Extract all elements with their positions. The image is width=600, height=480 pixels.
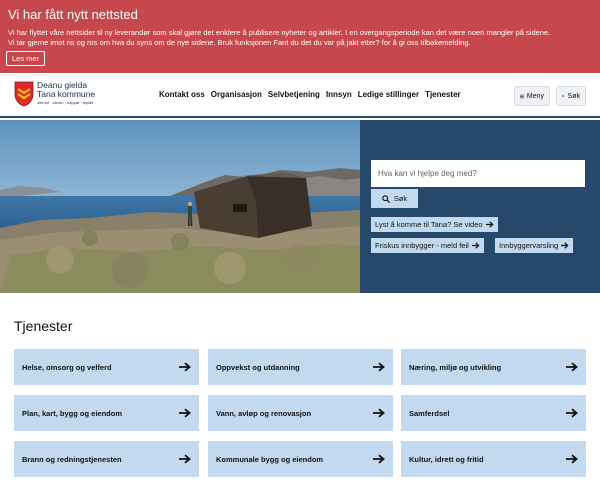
friskus-link-label: Friskus innbygger - meld feil — [375, 241, 469, 250]
service-card-label: Plan, kart, bygg og eiendom — [22, 408, 123, 418]
nav-item-ledige-stillinger[interactable]: Ledige stillinger — [358, 90, 419, 99]
service-card[interactable]: Helse, omsorg og velferd — [14, 349, 199, 385]
hero-search-panel: Søk Lyst å komme til Tana? Se video Fris… — [360, 120, 600, 293]
logo-tagline: olbmot · ahcen · nappat · ihpidit — [37, 100, 94, 105]
site-header: Deanu gielda Tana kommune olbmot · ahcen… — [0, 73, 600, 118]
arrow-right-icon — [471, 242, 480, 249]
banner-title: Vi har fått nytt nettsted — [8, 7, 138, 22]
arrow-right-icon — [373, 362, 385, 372]
logo-line-2: Tana kommune — [37, 89, 96, 99]
search-icon — [562, 94, 565, 98]
service-card-label: Samferdsel — [409, 408, 450, 418]
menu-button[interactable]: Meny — [514, 86, 550, 106]
arrow-right-icon — [179, 454, 191, 464]
service-card[interactable]: Kultur, idrett og fritid — [401, 441, 586, 477]
service-card[interactable]: Næring, miljø og utvikling — [401, 349, 586, 385]
hero-image — [0, 120, 360, 293]
arrow-right-icon — [566, 408, 578, 418]
service-card[interactable]: Vann, avløp og renovasjon — [208, 395, 393, 431]
hamburger-icon — [520, 94, 524, 98]
service-card[interactable]: Plan, kart, bygg og eiendom — [14, 395, 199, 431]
arrow-right-icon — [373, 408, 385, 418]
read-more-button[interactable]: Les mer — [6, 51, 46, 66]
service-card-label: Oppvekst og utdanning — [216, 362, 300, 372]
service-card-label: Kommunale bygg og eiendom — [216, 454, 324, 464]
service-card[interactable]: Kommunale bygg og eiendom — [208, 441, 393, 477]
services-heading: Tjenester — [14, 318, 73, 334]
video-link-label: Lyst å komme til Tana? Se video — [375, 220, 483, 229]
service-card-label: Næring, miljø og utvikling — [409, 362, 502, 372]
hero-search-button-label: Søk — [393, 194, 408, 203]
friskus-link[interactable]: Friskus innbygger - meld feil — [371, 238, 484, 253]
menu-label: Meny — [526, 92, 544, 100]
arrow-right-icon — [179, 408, 191, 418]
site-logo[interactable]: Deanu gielda Tana kommune olbmot · ahcen… — [14, 81, 95, 107]
coat-of-arms-icon — [14, 81, 34, 107]
service-card-label: Brann og redningstjenesten — [22, 454, 122, 464]
arrow-right-icon — [373, 454, 385, 464]
service-card[interactable]: Samferdsel — [401, 395, 586, 431]
hero-search-button[interactable]: Søk — [371, 189, 418, 208]
service-card-label: Vann, avløp og renovasjon — [216, 408, 312, 418]
banner-text-line-1: Vi har flyttet våre nettsider til ny lev… — [8, 28, 551, 37]
arrow-right-icon — [566, 454, 578, 464]
arrow-right-icon — [485, 221, 494, 228]
nav-item-organisasjon[interactable]: Organisasjon — [211, 90, 262, 99]
header-search-label: Søk — [567, 92, 580, 100]
innbyggervarsling-link[interactable]: Innbyggervarsling — [495, 238, 574, 253]
service-card[interactable]: Brann og redningstjenesten — [14, 441, 199, 477]
hero-search-input[interactable] — [371, 160, 585, 187]
arrow-right-icon — [561, 242, 569, 249]
header-search-button[interactable]: Søk — [556, 86, 586, 106]
notice-banner: Vi har fått nytt nettsted Vi har flyttet… — [0, 0, 600, 73]
nav-item-kontakt-oss[interactable]: Kontakt oss — [159, 90, 205, 99]
nav-item-innsyn[interactable]: Innsyn — [326, 90, 352, 99]
service-card-label: Kultur, idrett og fritid — [409, 454, 484, 464]
service-card[interactable]: Oppvekst og utdanning — [208, 349, 393, 385]
banner-text-line-2: Vi tar gjerne imot ris og ros om hva du … — [8, 38, 471, 47]
innbyggervarsling-link-label: Innbyggervarsling — [499, 241, 559, 250]
arrow-right-icon — [566, 362, 578, 372]
nav-item-tjenester[interactable]: Tjenester — [425, 90, 461, 99]
nav-item-selvbetjening[interactable]: Selvbetjening — [268, 90, 320, 99]
video-link[interactable]: Lyst å komme til Tana? Se video — [371, 217, 498, 232]
search-icon — [382, 194, 390, 203]
service-card-label: Helse, omsorg og velferd — [22, 362, 112, 372]
arrow-right-icon — [179, 362, 191, 372]
main-nav: Kontakt oss Organisasjon Selvbetjening I… — [159, 90, 461, 99]
landscape-photo — [0, 120, 360, 293]
